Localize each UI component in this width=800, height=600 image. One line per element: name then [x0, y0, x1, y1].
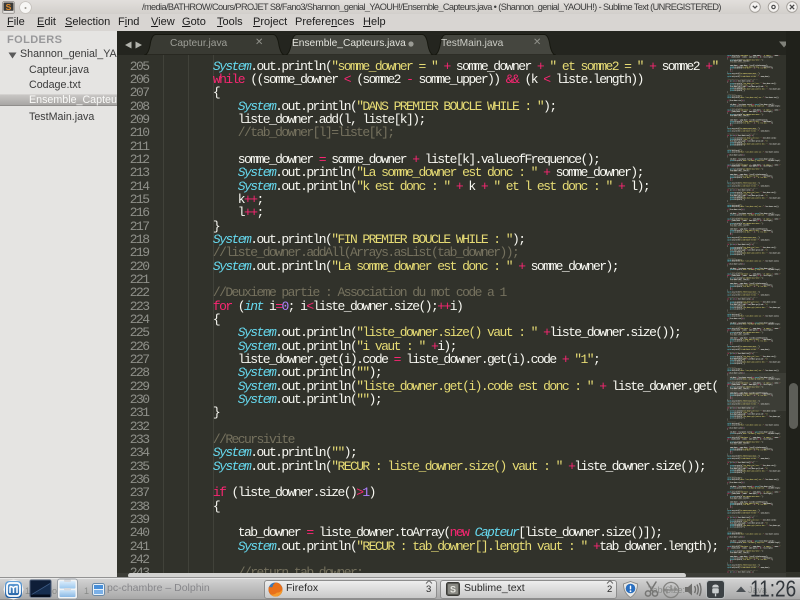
svg-text:S: S	[6, 1, 12, 11]
svg-text:S: S	[450, 585, 456, 595]
